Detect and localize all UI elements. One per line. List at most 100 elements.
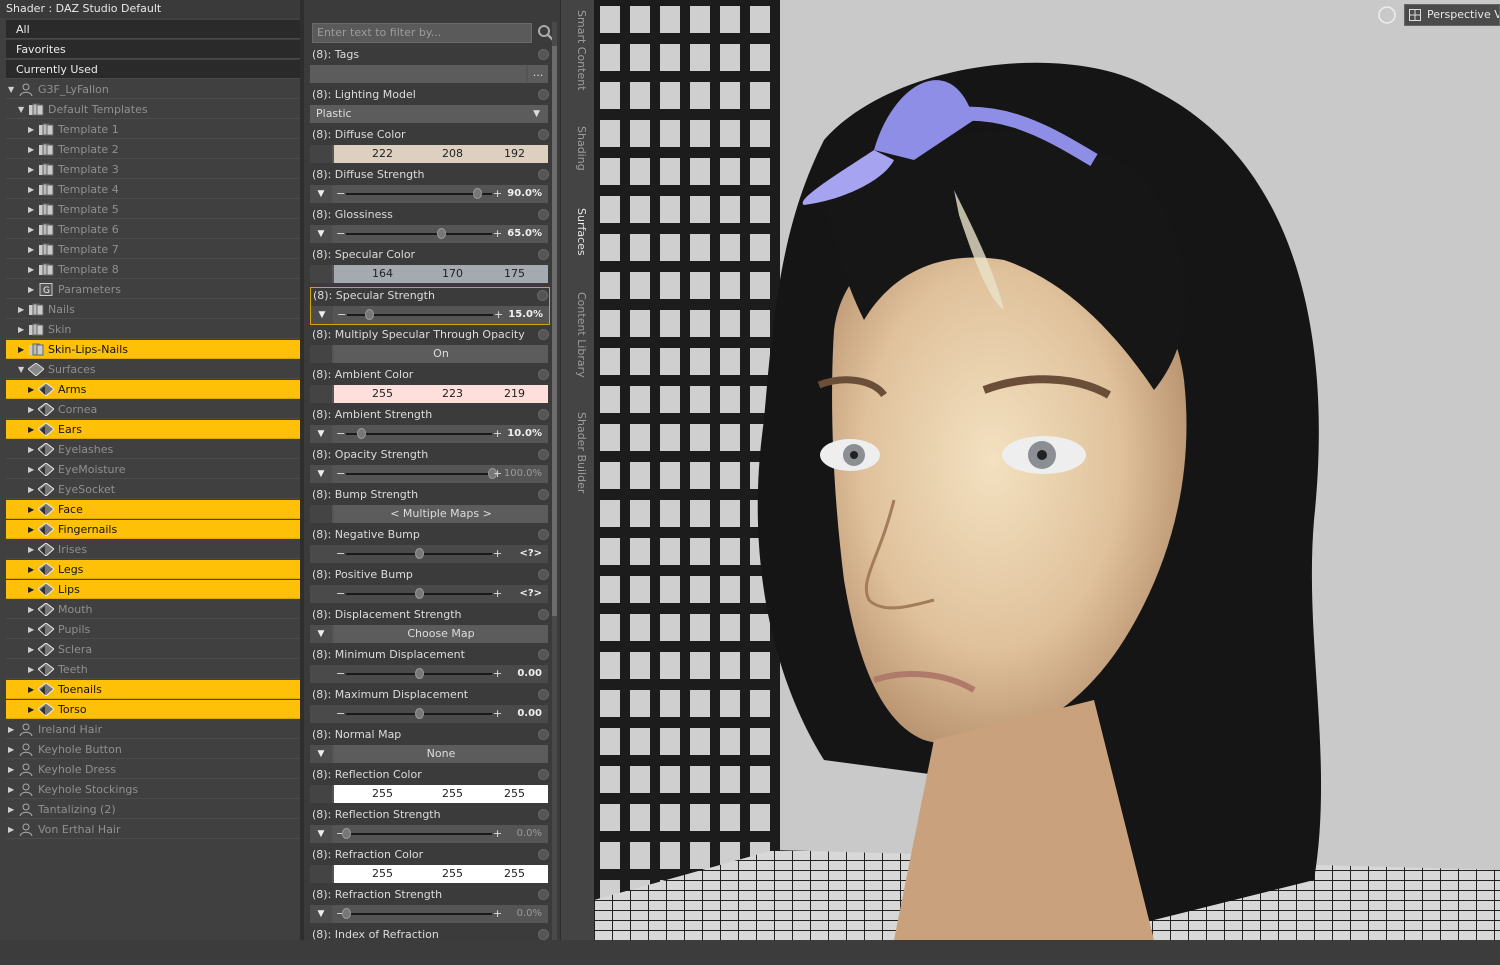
gear-icon[interactable]	[538, 529, 549, 540]
expand-arrow-icon[interactable]: ▶	[28, 220, 38, 239]
tree-item[interactable]: ▶ Keyhole Stockings	[6, 780, 300, 799]
tab-shader-builder[interactable]: Shader Builder	[561, 412, 593, 512]
tree-item[interactable]: ▶ Torso	[6, 700, 300, 719]
color-value-field[interactable]: 255 255 255	[334, 785, 548, 803]
slider-value[interactable]: <?>	[519, 585, 542, 603]
slider-value[interactable]: 0.00	[517, 665, 542, 683]
dropdown-arrow-icon[interactable]: ▼	[310, 185, 332, 203]
gear-icon[interactable]	[538, 89, 549, 100]
expand-arrow-icon[interactable]: ▶	[28, 560, 38, 579]
dropdown-arrow-icon[interactable]: ▼	[311, 306, 333, 324]
expand-arrow-icon[interactable]: ▶	[8, 780, 18, 799]
gear-icon[interactable]	[538, 249, 549, 260]
tab-content-library[interactable]: Content Library	[561, 292, 593, 400]
dropdown-arrow-icon[interactable]: ▼	[310, 465, 332, 483]
tree-item[interactable]: ▶ Mouth	[6, 600, 300, 619]
slider-knob[interactable]	[342, 908, 351, 919]
expand-arrow-icon[interactable]: ▶	[28, 200, 38, 219]
decrement-button[interactable]: −	[336, 705, 345, 722]
tab-smart-content[interactable]: Smart Content	[561, 10, 593, 114]
gear-icon[interactable]	[538, 409, 549, 420]
slider-knob[interactable]	[415, 548, 424, 559]
tree-item[interactable]: ▶ G Parameters	[6, 280, 300, 299]
gear-icon[interactable]	[537, 290, 548, 301]
tree-item[interactable]: ▼ Surfaces	[6, 360, 300, 379]
tree-item[interactable]: ▼ Default Templates	[6, 100, 300, 119]
expand-arrow-icon[interactable]: ▶	[8, 720, 18, 739]
expand-arrow-icon[interactable]: ▶	[28, 240, 38, 259]
increment-button[interactable]: +	[493, 545, 502, 562]
slider-value[interactable]: 0.00	[517, 705, 542, 723]
filter-favorites[interactable]: Favorites	[6, 40, 300, 59]
gear-icon[interactable]	[538, 889, 549, 900]
expand-arrow-icon[interactable]: ▶	[28, 540, 38, 559]
expand-arrow-icon[interactable]: ▶	[28, 140, 38, 159]
expand-arrow-icon[interactable]: ▶	[28, 700, 38, 719]
expand-arrow-icon[interactable]: ▶	[8, 740, 18, 759]
expand-arrow-icon[interactable]: ▶	[28, 160, 38, 179]
expand-arrow-icon[interactable]: ▶	[28, 180, 38, 199]
map-slot[interactable]	[310, 145, 332, 163]
filter-all[interactable]: All	[6, 20, 300, 39]
toggle-button[interactable]: < Multiple Maps >	[334, 505, 548, 523]
tree-item[interactable]: ▶ Ireland Hair	[6, 720, 300, 739]
tree-item[interactable]: ▶ Keyhole Button	[6, 740, 300, 759]
perspective-view-button[interactable]: Perspective View	[1404, 4, 1500, 26]
gear-icon[interactable]	[538, 609, 549, 620]
slider-value[interactable]: 10.0%	[507, 425, 542, 443]
slider-knob[interactable]	[415, 668, 424, 679]
expand-arrow-icon[interactable]: ▶	[28, 280, 38, 299]
tree-item[interactable]: ▶ Lips	[6, 580, 300, 599]
slider-knob[interactable]	[342, 828, 351, 839]
lighting-model-select[interactable]: Plastic ▼	[310, 105, 548, 123]
dropdown-arrow-icon[interactable]: ▼	[310, 905, 332, 923]
camera-icon[interactable]	[1376, 4, 1398, 26]
gear-icon[interactable]	[538, 209, 549, 220]
increment-button[interactable]: +	[493, 465, 502, 482]
expand-arrow-icon[interactable]: ▶	[28, 260, 38, 279]
collapse-arrow-icon[interactable]: ▼	[18, 100, 28, 119]
gear-icon[interactable]	[538, 809, 549, 820]
gear-icon[interactable]	[538, 369, 549, 380]
tree-item[interactable]: ▶ Template 1	[6, 120, 300, 139]
slider-value[interactable]: 15.0%	[508, 306, 543, 324]
slider-value[interactable]: 90.0%	[507, 185, 542, 203]
expand-arrow-icon[interactable]: ▶	[28, 500, 38, 519]
slider-value[interactable]: 65.0%	[507, 225, 542, 243]
increment-button[interactable]: +	[493, 185, 502, 202]
tree-item[interactable]: ▶ Teeth	[6, 660, 300, 679]
expand-arrow-icon[interactable]: ▶	[8, 760, 18, 779]
expand-arrow-icon[interactable]: ▶	[28, 460, 38, 479]
slider-track[interactable]	[346, 193, 492, 195]
increment-button[interactable]: +	[493, 705, 502, 722]
dropdown-arrow-icon[interactable]: ▼	[310, 745, 332, 763]
property-scrollbar-thumb[interactable]	[552, 46, 557, 616]
slider-knob[interactable]	[356, 428, 366, 439]
slider-value[interactable]: 0.0%	[517, 825, 542, 843]
tree-item[interactable]: ▶ Template 3	[6, 160, 300, 179]
gear-icon[interactable]	[538, 649, 549, 660]
gear-icon[interactable]	[538, 849, 549, 860]
collapse-arrow-icon[interactable]: ▼	[8, 80, 18, 99]
toggle-button[interactable]: On	[334, 345, 548, 363]
tree-item[interactable]: ▶ EyeSocket	[6, 480, 300, 499]
tree-item[interactable]: ▶ Toenails	[6, 680, 300, 699]
decrement-button[interactable]: −	[336, 465, 345, 482]
slider-track[interactable]	[346, 433, 492, 435]
increment-button[interactable]: +	[493, 825, 502, 842]
tree-item[interactable]: ▶ Von Erthal Hair	[6, 820, 300, 839]
choose-map-button[interactable]: Choose Map	[334, 625, 548, 643]
slider-value[interactable]: <?>	[519, 545, 542, 563]
expand-arrow-icon[interactable]: ▶	[18, 320, 28, 339]
tree-item[interactable]: ▶ EyeMoisture	[6, 460, 300, 479]
increment-button[interactable]: +	[493, 585, 502, 602]
tree-item[interactable]: ▶ Nails	[6, 300, 300, 319]
filter-currently-used[interactable]: Currently Used	[6, 60, 300, 79]
tree-item[interactable]: ▶ Sclera	[6, 640, 300, 659]
3d-viewport[interactable]: Perspective View	[594, 0, 1500, 940]
expand-arrow-icon[interactable]: ▶	[28, 680, 38, 699]
tree-item[interactable]: ▶ Template 7	[6, 240, 300, 259]
gear-icon[interactable]	[538, 169, 549, 180]
expand-arrow-icon[interactable]: ▶	[28, 660, 38, 679]
color-value-field[interactable]: 164 170 175	[334, 265, 548, 283]
